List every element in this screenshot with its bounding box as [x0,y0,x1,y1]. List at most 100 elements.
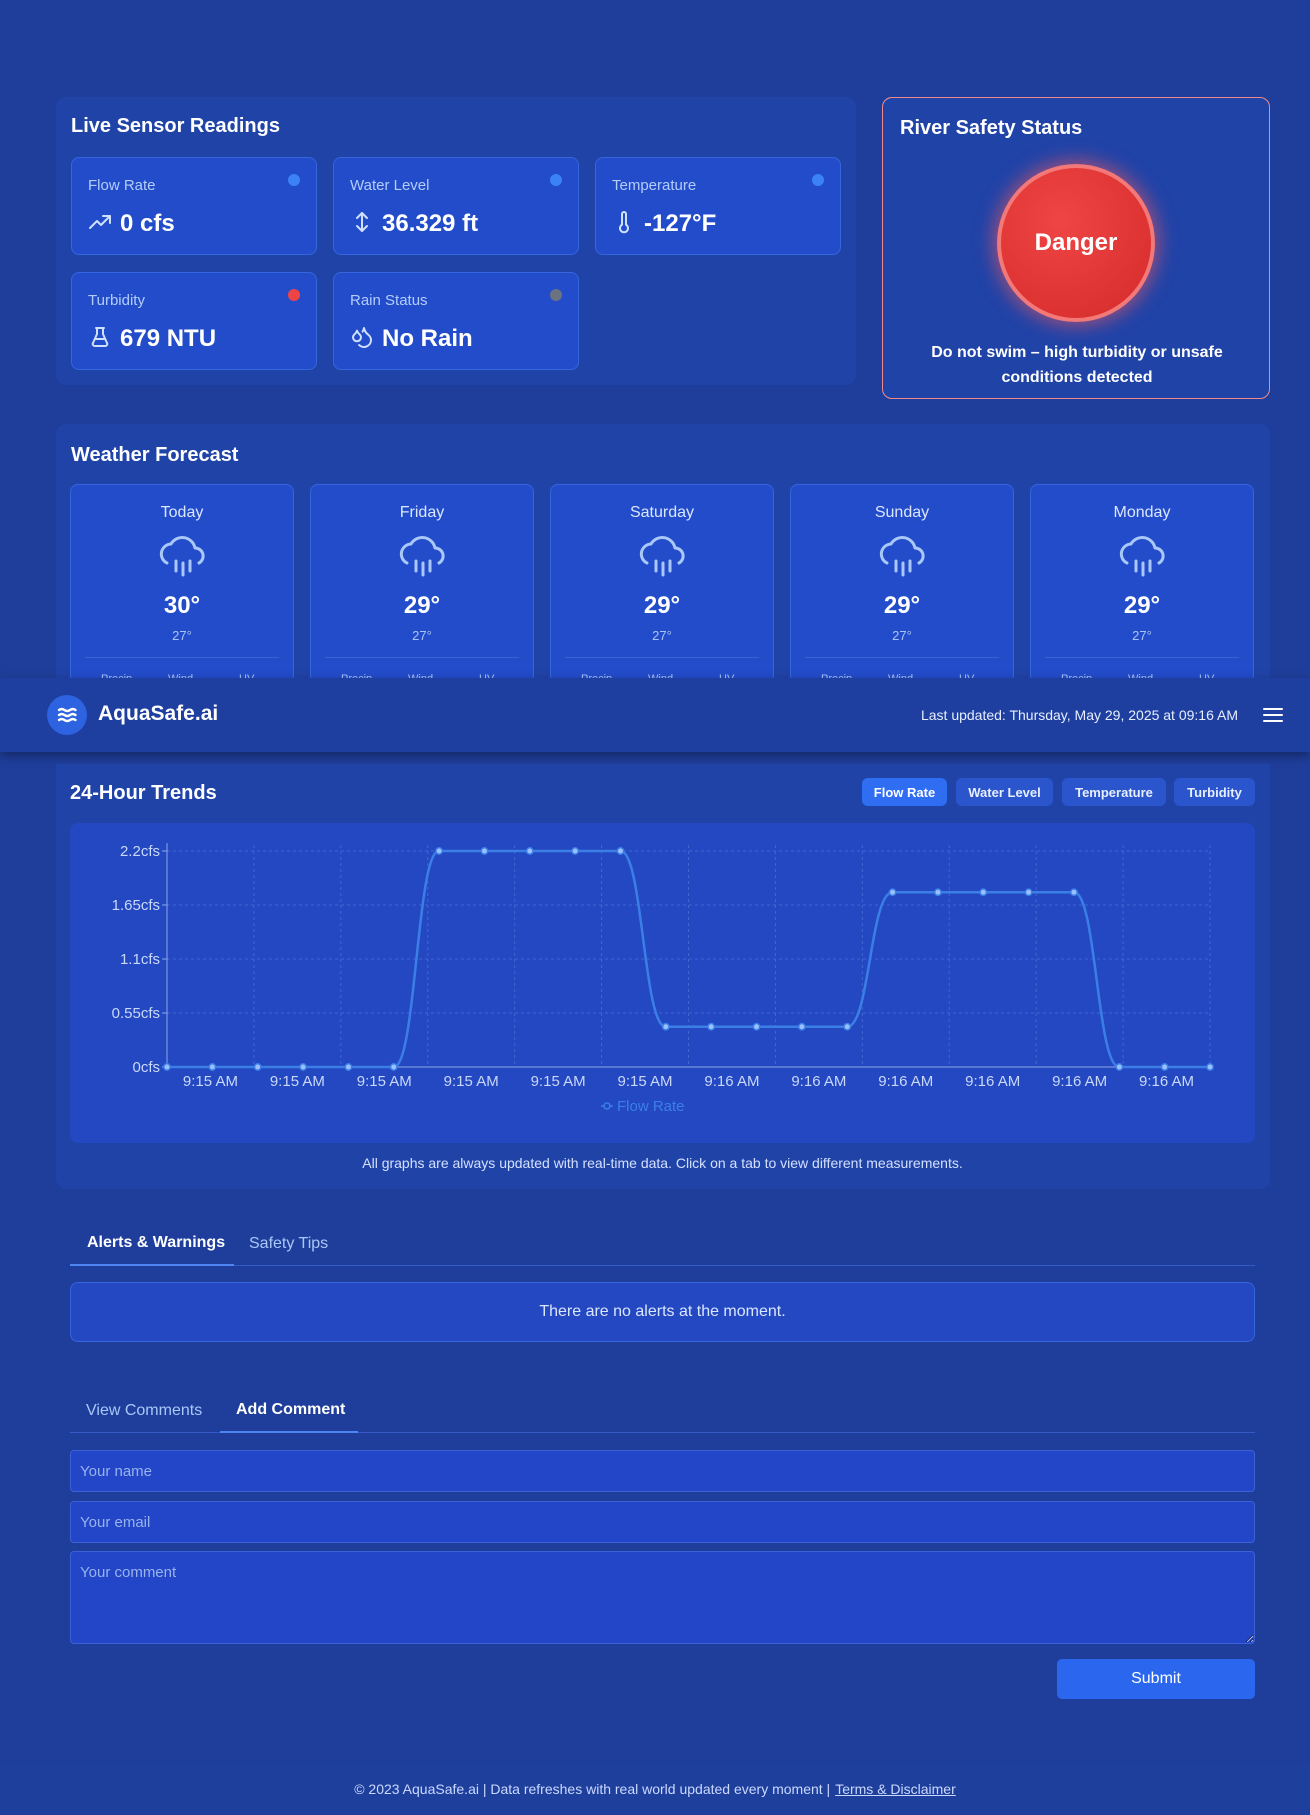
email-input[interactable] [70,1501,1255,1543]
divider [1045,657,1239,658]
weather-low: 27° [172,628,192,643]
x-tick-label: 9:16 AM [1052,1073,1107,1090]
data-point [253,1063,262,1071]
sensor-value: 679 NTU [120,325,217,352]
x-tick-label: 9:15 AM [357,1073,412,1090]
data-point [843,1022,852,1031]
name-input[interactable] [70,1450,1255,1492]
safety-panel-title: River Safety Status [900,117,1083,139]
weather-high: 29° [883,592,921,619]
tab-temperature[interactable]: Temperature [1062,778,1166,806]
tab-safety-tips[interactable]: Safety Tips [249,1235,328,1253]
terms-link[interactable]: Terms & Disclaimer [835,1781,956,1797]
x-tick-label: 9:15 AM [531,1073,586,1090]
tab-view-comments[interactable]: View Comments [86,1402,202,1420]
y-tick-label: 0cfs [132,1059,160,1076]
waves-icon [57,707,77,723]
sensor-label: Rain Status [350,292,428,309]
data-point [163,1063,171,1071]
submit-button[interactable]: Submit [1057,1659,1255,1699]
tab-turbidity[interactable]: Turbidity [1174,778,1255,806]
weather-low: 27° [892,628,912,643]
logo[interactable] [47,695,87,735]
last-updated-text: Last updated: Thursday, May 29, 2025 at … [920,707,1238,723]
tab-alerts-warnings[interactable]: Alerts & Warnings [87,1234,225,1252]
danger-status-indicator: Danger [997,164,1155,322]
brand-name[interactable]: AquaSafe.ai [98,702,218,726]
data-point [1115,1063,1124,1071]
data-point [299,1063,307,1071]
cloud-rain-icon [399,536,445,577]
data-point [1160,1063,1169,1071]
tab-water-level[interactable]: Water Level [956,778,1053,806]
status-dot [550,289,562,301]
weather-panel-title: Weather Forecast [71,444,239,466]
weather-day: Today [160,504,204,521]
weather-high: 29° [643,592,681,619]
sensor-panel-title: Live Sensor Readings [71,115,280,137]
arrows-vertical-icon [356,212,368,232]
status-dot [550,174,562,186]
data-point [208,1063,217,1071]
sensor-card-temperature: Temperature -127°F [595,157,841,255]
sensor-value: 36.329 ft [382,210,479,237]
tab-add-comment[interactable]: Add Comment [236,1401,345,1419]
sensor-card-flow-rate: Flow Rate 0 cfs [71,157,317,255]
weather-card-sunday: Sunday 29° 27° Precip Wind UV [790,484,1014,684]
trends-title: 24-Hour Trends [70,782,217,804]
active-tab-indicator [70,1264,234,1266]
x-tick-label: 9:15 AM [444,1073,499,1090]
x-tick-label: 9:16 AM [704,1073,759,1090]
divider [565,657,759,658]
data-point [979,888,988,897]
weather-low: 27° [412,628,432,643]
x-tick-label: 9:15 AM [183,1073,238,1090]
x-tick-label: 9:15 AM [618,1073,673,1090]
sensor-label: Flow Rate [88,177,156,194]
weather-card-saturday: Saturday 29° 27° Precip Wind UV [550,484,774,684]
data-point [389,1063,398,1071]
y-tick-label: 1.1cfs [120,951,160,968]
x-tick-label: 9:15 AM [270,1073,325,1090]
legend-label: Flow Rate [617,1098,685,1115]
weather-card-friday: Friday 29° 27° Precip Wind UV [310,484,534,684]
status-dot [288,289,300,301]
status-dot [812,174,824,186]
data-point [616,847,625,855]
cloud-rain-icon [1119,536,1165,577]
y-tick-label: 0.55cfs [112,1005,160,1022]
sensor-label: Water Level [350,177,430,194]
thermometer-icon [619,211,629,234]
data-point [797,1022,806,1031]
footer-text: © 2023 AquaSafe.ai | Data refreshes with… [354,1781,831,1797]
weather-card-monday: Monday 29° 27° Precip Wind UV [1030,484,1254,684]
sensor-value: 0 cfs [120,210,175,237]
weather-high: 29° [1123,592,1161,619]
divider [70,1265,1255,1266]
divider [325,657,519,658]
comment-textarea[interactable] [70,1551,1255,1644]
legend-marker [603,1102,611,1110]
weather-card-today: Today 30° 27° Precip Wind UV [70,484,294,684]
trend-chart-area: 0cfs 0.55cfs 1.1cfs 1.65cfs 2.2cfs 9:15 AM 9:1… [70,823,1255,1143]
x-tick-label: 9:16 AM [965,1073,1020,1090]
sensor-card-rain-status: Rain Status No Rain [333,272,579,370]
data-point [1024,888,1033,897]
data-point [707,1022,716,1031]
droplets-icon [352,327,372,348]
y-tick-label: 1.65cfs [112,897,160,914]
sensor-card-water-level: Water Level 36.329 ft [333,157,579,255]
alerts-empty-state: There are no alerts at the moment. [70,1282,1255,1342]
data-point [752,1022,761,1031]
tab-flow-rate[interactable]: Flow Rate [862,778,947,806]
cloud-rain-icon [879,536,925,577]
y-tick-label: 2.2cfs [120,843,160,860]
divider [85,657,279,658]
flow-rate-chart: 0cfs 0.55cfs 1.1cfs 1.65cfs 2.2cfs 9:15 AM 9:1… [112,843,1214,1115]
x-tick-label: 9:16 AM [791,1073,846,1090]
data-point [1070,888,1078,897]
menu-icon[interactable] [1262,705,1284,725]
x-tick-label: 9:16 AM [878,1073,933,1090]
x-tick-label: 9:16 AM [1139,1073,1194,1090]
weather-low: 27° [1132,628,1152,643]
